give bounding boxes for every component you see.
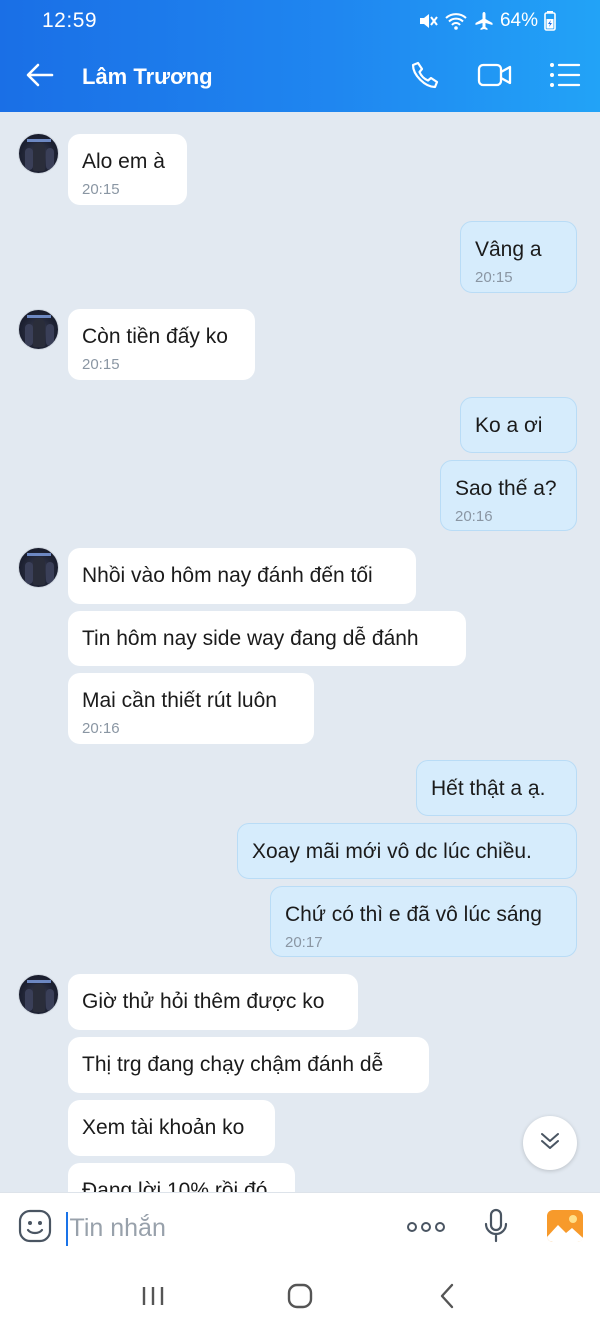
message-composer xyxy=(0,1192,600,1264)
avatar[interactable] xyxy=(18,309,59,350)
scroll-to-bottom-button[interactable] xyxy=(523,1116,577,1170)
contact-name[interactable]: Lâm Trương xyxy=(80,64,390,90)
voice-message-button[interactable] xyxy=(461,1193,531,1265)
message-time: 20:16 xyxy=(455,508,493,525)
message-text: Thị trg đang chạy chậm đánh dễ xyxy=(82,1053,384,1076)
message-text: Xem tài khoản ko xyxy=(82,1116,245,1139)
message-time: 20:17 xyxy=(285,934,323,951)
list-menu-icon xyxy=(549,62,581,93)
menu-button[interactable] xyxy=(530,42,600,112)
chat-header: Lâm Trương xyxy=(0,42,600,112)
avatar[interactable] xyxy=(18,133,59,174)
message-incoming[interactable]: Đang lời 10% rồi đó xyxy=(68,1163,295,1192)
message-incoming[interactable]: Còn tiền đấy ko 20:15 xyxy=(68,309,255,380)
message-text: Đang lời 10% rồi đó xyxy=(82,1179,268,1192)
message-time: 20:15 xyxy=(82,356,120,373)
message-time: 20:15 xyxy=(475,269,513,286)
status-bar: 12:59 64% xyxy=(0,0,600,42)
message-text: Hết thật a ạ. xyxy=(431,777,546,800)
chevrons-down-icon xyxy=(539,1130,561,1157)
emoji-icon xyxy=(17,1208,53,1249)
recent-apps-button[interactable] xyxy=(123,1269,183,1329)
microphone-icon xyxy=(483,1208,509,1249)
message-incoming[interactable]: Tin hôm nay side way đang dễ đánh xyxy=(68,611,466,666)
video-camera-icon xyxy=(477,62,513,93)
home-icon xyxy=(287,1283,313,1314)
message-incoming[interactable]: Xem tài khoản ko xyxy=(68,1100,275,1156)
message-time: 20:16 xyxy=(82,720,120,737)
wifi-icon xyxy=(444,12,468,30)
message-text: Xoay mãi mới vô dc lúc chiều. xyxy=(252,840,532,863)
message-list[interactable]: Alo em à 20:15 Vâng a 20:15 Còn tiền đấy… xyxy=(0,112,600,1192)
message-text: Còn tiền đấy ko xyxy=(82,325,228,348)
home-button[interactable] xyxy=(270,1269,330,1329)
status-icons: 64% xyxy=(418,10,556,32)
video-call-button[interactable] xyxy=(460,42,530,112)
message-text: Sao thế a? xyxy=(455,477,557,500)
arrow-left-icon xyxy=(26,63,54,92)
battery-percent: 64% xyxy=(499,10,538,31)
more-dots-icon xyxy=(406,1220,446,1238)
back-nav-button[interactable] xyxy=(417,1269,477,1329)
recent-apps-icon xyxy=(141,1285,165,1312)
more-button[interactable] xyxy=(392,1193,462,1265)
message-outgoing[interactable]: Vâng a 20:15 xyxy=(460,221,577,293)
message-outgoing[interactable]: Xoay mãi mới vô dc lúc chiều. xyxy=(237,823,577,879)
airplane-icon xyxy=(474,11,494,31)
status-time: 12:59 xyxy=(42,9,98,32)
message-text: Vâng a xyxy=(475,238,542,261)
message-text: Ko a ơi xyxy=(475,414,543,437)
system-nav-bar xyxy=(0,1264,600,1333)
message-outgoing[interactable]: Hết thật a ạ. xyxy=(416,760,577,816)
avatar[interactable] xyxy=(18,974,59,1015)
call-button[interactable] xyxy=(390,42,460,112)
mute-icon xyxy=(418,12,438,30)
battery-icon xyxy=(544,11,556,31)
message-incoming[interactable]: Giờ thử hỏi thêm được ko xyxy=(68,974,358,1030)
message-text: Tin hôm nay side way đang dễ đánh xyxy=(82,627,419,650)
phone-icon xyxy=(410,60,440,95)
message-outgoing[interactable]: Sao thế a? 20:16 xyxy=(440,460,577,531)
image-icon xyxy=(546,1209,584,1248)
chevron-left-icon xyxy=(439,1283,455,1314)
message-incoming[interactable]: Alo em à 20:15 xyxy=(68,134,187,205)
message-incoming[interactable]: Nhồi vào hôm nay đánh đến tối xyxy=(68,548,416,604)
back-button[interactable] xyxy=(0,42,80,112)
avatar[interactable] xyxy=(18,547,59,588)
message-outgoing[interactable]: Ko a ơi xyxy=(460,397,577,453)
message-text: Nhồi vào hôm nay đánh đến tối xyxy=(82,564,373,587)
message-text: Alo em à xyxy=(82,150,165,173)
message-text: Chứ có thì e đã vô lúc sáng xyxy=(285,903,542,926)
emoji-button[interactable] xyxy=(0,1193,70,1265)
message-time: 20:15 xyxy=(82,181,120,198)
message-incoming[interactable]: Mai cần thiết rút luôn 20:16 xyxy=(68,673,314,744)
send-image-button[interactable] xyxy=(531,1193,600,1265)
message-incoming[interactable]: Thị trg đang chạy chậm đánh dễ xyxy=(68,1037,429,1093)
message-input[interactable] xyxy=(65,1211,392,1246)
message-text: Mai cần thiết rút luôn xyxy=(82,689,277,712)
message-text: Giờ thử hỏi thêm được ko xyxy=(82,990,325,1013)
message-outgoing[interactable]: Chứ có thì e đã vô lúc sáng 20:17 xyxy=(270,886,577,957)
